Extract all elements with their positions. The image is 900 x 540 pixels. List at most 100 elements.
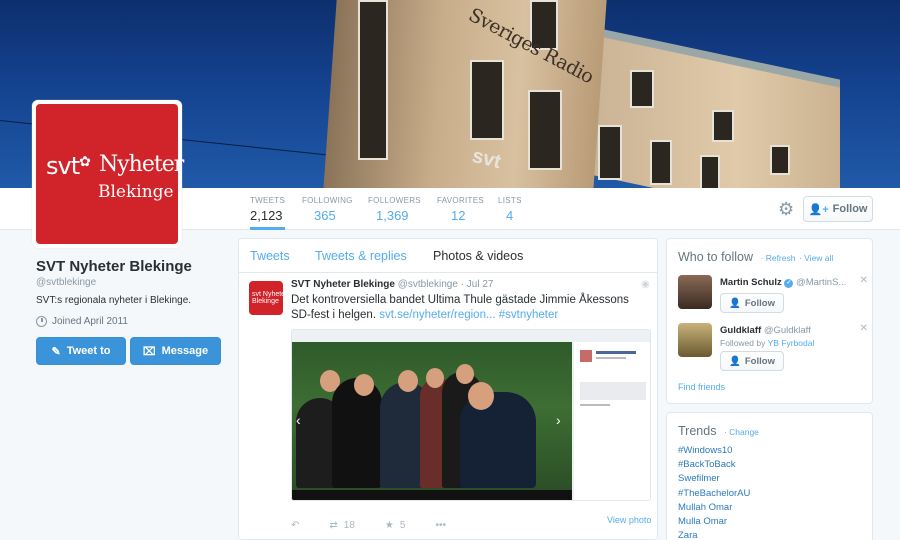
- follow-label: Follow: [744, 297, 775, 309]
- sidebar-line: [596, 357, 626, 359]
- more-options-icon[interactable]: ◉: [641, 279, 650, 290]
- close-icon[interactable]: ✕: [860, 323, 868, 334]
- timeline: Tweets Tweets & replies Photos & videos …: [238, 238, 658, 540]
- trend-item[interactable]: #Windows10: [678, 444, 750, 458]
- stat-lists[interactable]: LISTS 4: [498, 196, 522, 223]
- who-to-follow-heading: Who to follow: [678, 250, 754, 264]
- building-window: [598, 125, 622, 180]
- stat-label: FOLLOWING: [302, 196, 353, 205]
- building-window: [470, 60, 504, 140]
- follow-button[interactable]: 👤 Follow: [720, 351, 784, 371]
- gear-icon[interactable]: ⚙: [778, 199, 794, 220]
- sidebar-line: [580, 404, 610, 406]
- find-friends-link[interactable]: Find friends: [678, 382, 725, 392]
- suggested-user: Martin Schulz ✓ @MartinS... ✕ 👤 Follow: [678, 275, 868, 327]
- stat-tweets[interactable]: TWEETS 2,123: [250, 196, 286, 230]
- photo-person-head: [398, 370, 418, 392]
- stat-followers[interactable]: FOLLOWERS 1,369: [368, 196, 421, 223]
- avatar-svt-text: svt✿: [46, 152, 91, 180]
- suggested-user-name[interactable]: Guldklaff @Guldklaff: [720, 325, 811, 336]
- sidebar-avatar: [580, 350, 592, 362]
- profile-name[interactable]: SVT Nyheter Blekinge: [36, 258, 192, 275]
- tweet-hashtag[interactable]: #svtnyheter: [499, 309, 558, 321]
- stat-label: FAVORITES: [437, 196, 485, 205]
- reply-icon[interactable]: ↶: [291, 520, 299, 531]
- stat-value: 2,123: [250, 208, 283, 223]
- message-button[interactable]: ⌧ Message: [130, 337, 221, 365]
- profile-handle[interactable]: @svtblekinge: [36, 277, 96, 288]
- stat-value: 4: [506, 208, 514, 223]
- photo-person: [332, 378, 382, 488]
- stat-label: TWEETS: [250, 196, 286, 205]
- photo-person-head: [456, 364, 474, 384]
- suggested-user-avatar[interactable]: [678, 275, 712, 309]
- profile-avatar[interactable]: svt✿ Nyheter Blekinge: [32, 100, 184, 248]
- stat-value: 12: [451, 208, 466, 223]
- tweet-author-name[interactable]: SVT Nyheter Blekinge: [291, 279, 395, 290]
- prev-photo-icon[interactable]: ‹: [296, 412, 301, 428]
- follow-label: Follow: [744, 355, 775, 367]
- stat-label: FOLLOWERS: [368, 196, 421, 205]
- follow-button-label: Follow: [832, 203, 868, 215]
- clock-icon: [36, 316, 47, 327]
- building-window: [770, 145, 790, 175]
- star-icon: ★: [384, 520, 394, 531]
- trend-item[interactable]: Mullah Omar: [678, 501, 750, 515]
- suggested-user-avatar[interactable]: [678, 323, 712, 357]
- tweet-author-handle[interactable]: @svtblekinge: [398, 279, 458, 290]
- sidebar-line: [596, 351, 636, 354]
- favorite-count: 5: [399, 520, 406, 531]
- view-all-link[interactable]: · View all: [799, 253, 833, 263]
- tweet-to-button[interactable]: ✎ Tweet to: [36, 337, 126, 365]
- tab-tweets[interactable]: Tweets: [250, 249, 290, 263]
- suggested-user-name[interactable]: Martin Schulz ✓ @MartinS...: [720, 277, 846, 288]
- favorite-action[interactable]: ★ 5: [385, 520, 406, 531]
- stat-favorites[interactable]: FAVORITES 12: [437, 196, 484, 223]
- follow-button[interactable]: 👤+ Follow: [803, 196, 873, 222]
- refresh-link[interactable]: · Refresh: [761, 253, 796, 263]
- tab-photos-videos[interactable]: Photos & videos: [433, 249, 523, 263]
- suggested-user: Guldklaff @Guldklaff ✕ Followed by YB Fy…: [678, 323, 868, 375]
- trend-item[interactable]: Mulla Omar: [678, 515, 750, 529]
- verified-icon: ✓: [784, 279, 794, 288]
- stat-following[interactable]: FOLLOWING 365: [302, 196, 353, 223]
- tweet-link[interactable]: svt.se/nyheter/region...: [379, 309, 495, 321]
- retweet-count: 18: [343, 520, 355, 531]
- stat-value: 365: [314, 208, 336, 223]
- more-icon[interactable]: •••: [435, 520, 446, 531]
- tweet-media[interactable]: ‹ ›: [291, 329, 651, 501]
- add-user-icon: 👤: [729, 297, 741, 309]
- trend-item[interactable]: #TheBachelorAU: [678, 487, 750, 501]
- avatar-nyheter-text: Nyheter: [99, 152, 184, 177]
- view-photo-link[interactable]: View photo: [607, 515, 651, 525]
- joined-text: Joined April 2011: [52, 316, 128, 327]
- building-window: [358, 0, 388, 160]
- retweet-icon: ⇄: [329, 520, 338, 531]
- close-icon[interactable]: ✕: [860, 275, 868, 286]
- photo-sidebar: [574, 342, 650, 500]
- follow-button[interactable]: 👤 Follow: [720, 293, 784, 313]
- timeline-tabs: Tweets Tweets & replies Photos & videos: [239, 239, 657, 273]
- trends-heading: Trends: [678, 424, 717, 438]
- change-link[interactable]: · Change: [724, 427, 759, 437]
- trend-item[interactable]: Zara: [678, 529, 750, 540]
- tweet-date[interactable]: · Jul 27: [461, 279, 494, 290]
- tweet-text: Det kontroversiella bandet Ultima Thule …: [291, 293, 641, 323]
- photo-person-head: [354, 374, 374, 396]
- followed-by-link[interactable]: YB Fyrbodal: [768, 338, 815, 348]
- band-photo[interactable]: ‹ ›: [292, 342, 572, 500]
- building-window: [528, 90, 562, 170]
- retweet-action[interactable]: ⇄ 18: [329, 520, 355, 531]
- stat-value: 1,369: [376, 208, 409, 223]
- trend-item[interactable]: Swefilmer: [678, 472, 750, 486]
- sidebar-block: [580, 382, 646, 400]
- who-to-follow: Who to follow · Refresh · View all Marti…: [666, 238, 873, 404]
- followed-by: Followed by YB Fyrbodal: [720, 338, 815, 348]
- building-window: [650, 140, 672, 185]
- tab-tweets-replies[interactable]: Tweets & replies: [315, 249, 407, 263]
- tweet-avatar[interactable]: svt Nyheter Blekinge: [249, 281, 287, 315]
- profile-joined: Joined April 2011: [36, 316, 128, 327]
- trend-item[interactable]: #BackToBack: [678, 458, 750, 472]
- next-photo-icon[interactable]: ›: [556, 412, 561, 428]
- photo-person-head: [426, 368, 444, 388]
